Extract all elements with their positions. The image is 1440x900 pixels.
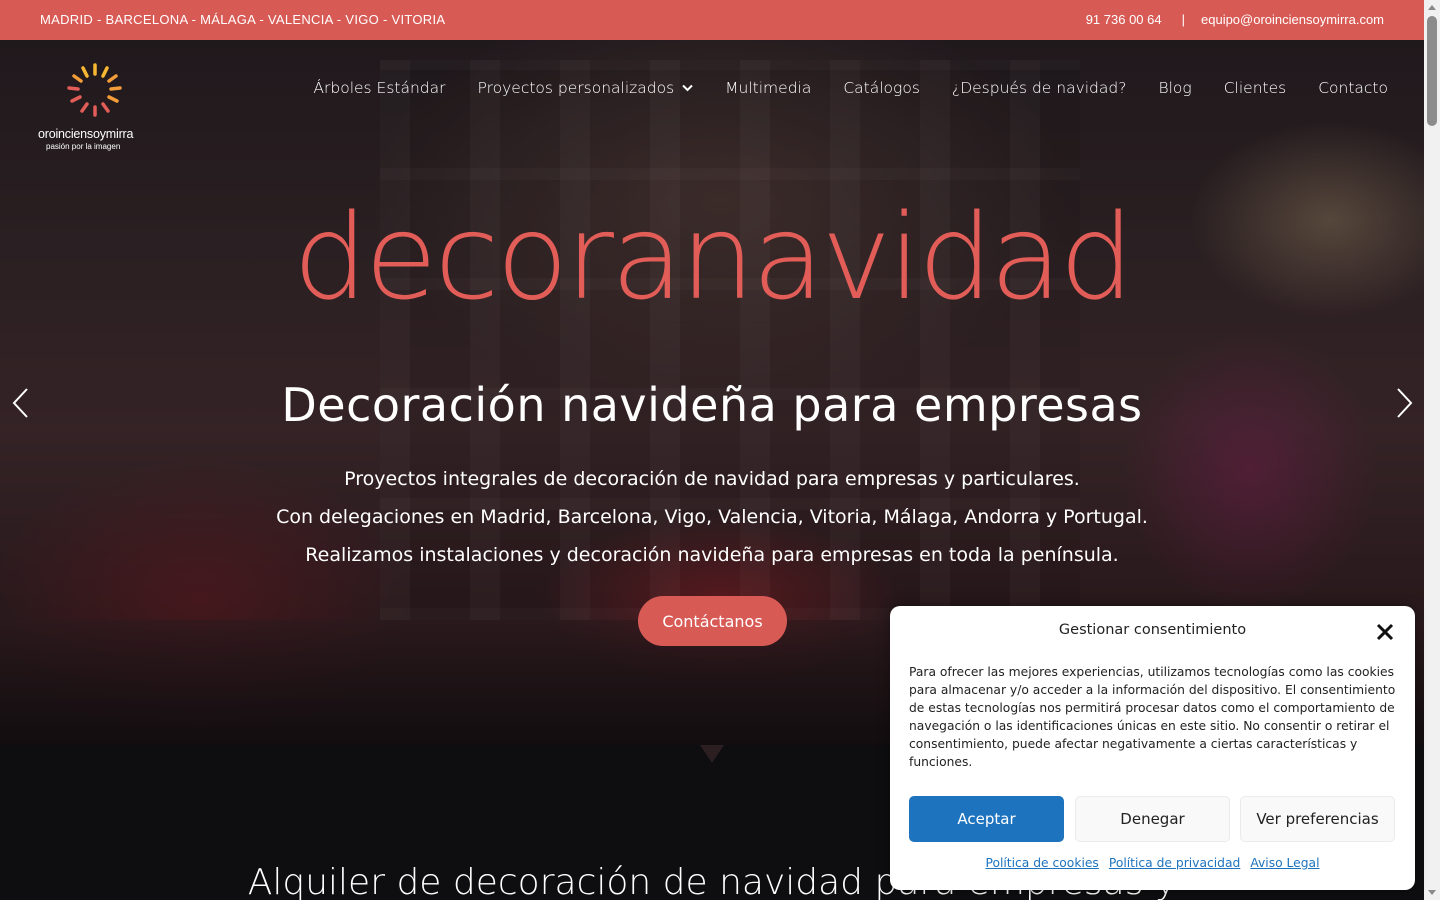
chevron-left-icon[interactable] bbox=[10, 386, 32, 420]
chevron-right-icon[interactable] bbox=[1393, 386, 1415, 420]
contact-info: 91 736 00 64 | equipo@oroinciensoymirra.… bbox=[1086, 12, 1384, 27]
site-logo[interactable]: oroinciensoymirra pasión por la imagen bbox=[38, 62, 153, 157]
main-navigation: Árboles Estándar Proyectos personalizado… bbox=[313, 79, 1388, 97]
close-icon[interactable] bbox=[1375, 622, 1395, 642]
logo-tagline: pasión por la imagen bbox=[46, 142, 121, 151]
nav-item-despues-navidad[interactable]: ¿Después de navidad? bbox=[952, 79, 1127, 97]
privacy-policy-link[interactable]: Política de privacidad bbox=[1109, 856, 1240, 870]
hero-brand-title: decoranavidad bbox=[292, 188, 1134, 326]
preferences-button[interactable]: Ver preferencias bbox=[1240, 796, 1395, 842]
nav-item-proyectos[interactable]: Proyectos personalizados bbox=[478, 79, 694, 97]
hero-description: Proyectos integrales de decoración de na… bbox=[0, 460, 1424, 574]
hero-line: Con delegaciones en Madrid, Barcelona, V… bbox=[276, 506, 1148, 528]
email-link[interactable]: equipo@oroinciensoymirra.com bbox=[1201, 12, 1384, 27]
contact-cta-button[interactable]: Contáctanos bbox=[638, 596, 787, 646]
logo-name: oroinciensoymirra bbox=[38, 127, 134, 141]
consent-links: Política de cookies Política de privacid… bbox=[890, 856, 1415, 870]
scroll-up-icon[interactable] bbox=[1428, 5, 1436, 10]
scroll-down-icon[interactable] bbox=[1428, 890, 1436, 895]
contact-separator: | bbox=[1181, 12, 1185, 27]
top-contact-bar: MADRID - BARCELONA - MÁLAGA - VALENCIA -… bbox=[0, 0, 1424, 40]
sun-logo-icon bbox=[67, 63, 122, 117]
legal-notice-link[interactable]: Aviso Legal bbox=[1250, 856, 1319, 870]
hero-title: Decoración navideña para empresas bbox=[281, 378, 1143, 432]
nav-item-arboles[interactable]: Árboles Estándar bbox=[313, 79, 445, 97]
chevron-down-icon bbox=[682, 84, 693, 92]
nav-item-blog[interactable]: Blog bbox=[1158, 79, 1191, 97]
nav-item-catalogos[interactable]: Catálogos bbox=[843, 79, 920, 97]
scrollbar-thumb[interactable] bbox=[1427, 16, 1437, 126]
accept-button[interactable]: Aceptar bbox=[909, 796, 1064, 842]
hero-line: Proyectos integrales de decoración de na… bbox=[344, 468, 1080, 490]
nav-item-clientes[interactable]: Clientes bbox=[1224, 79, 1286, 97]
consent-text: Para ofrecer las mejores experiencias, u… bbox=[909, 665, 1396, 769]
hero-line: Realizamos instalaciones y decoración na… bbox=[305, 544, 1119, 566]
section-divider-notch bbox=[700, 745, 724, 763]
cities-list: MADRID - BARCELONA - MÁLAGA - VALENCIA -… bbox=[40, 12, 446, 27]
nav-item-contacto[interactable]: Contacto bbox=[1318, 79, 1388, 97]
deny-button[interactable]: Denegar bbox=[1075, 796, 1230, 842]
cookie-consent-dialog: Gestionar consentimiento Para ofrecer la… bbox=[890, 606, 1415, 890]
phone-link[interactable]: 91 736 00 64 bbox=[1086, 12, 1162, 27]
nav-item-multimedia[interactable]: Multimedia bbox=[725, 79, 811, 97]
cookie-policy-link[interactable]: Política de cookies bbox=[985, 856, 1098, 870]
consent-title: Gestionar consentimiento bbox=[1058, 622, 1247, 638]
page-scrollbar[interactable] bbox=[1424, 0, 1440, 900]
